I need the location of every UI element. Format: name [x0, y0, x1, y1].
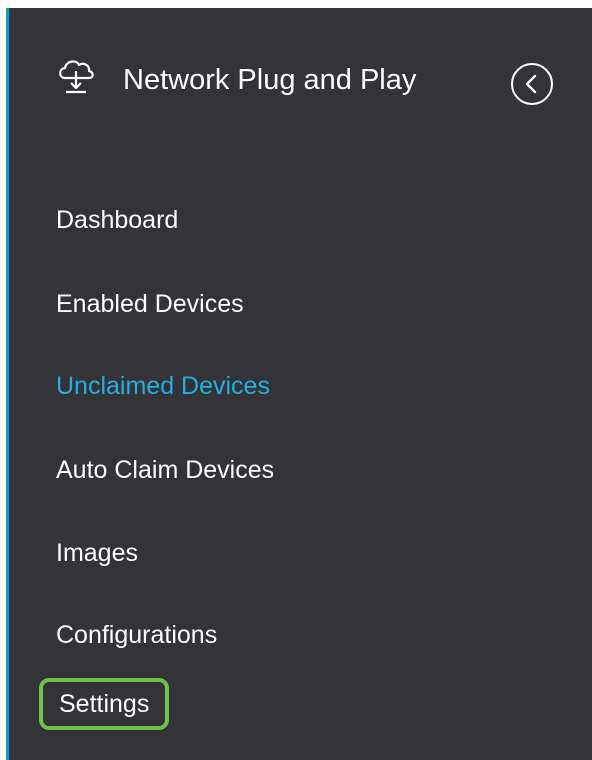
sidebar-item-images[interactable]: Images: [56, 538, 138, 568]
collapse-sidebar-button[interactable]: [509, 61, 555, 107]
chevron-left-circle-icon: [511, 63, 553, 105]
cloud-download-icon: [54, 54, 98, 98]
sidebar-item-settings[interactable]: Settings: [39, 678, 170, 730]
sidebar: Network Plug and Play Dashboard Enabled …: [6, 8, 592, 760]
sidebar-header: Network Plug and Play: [6, 8, 592, 158]
sidebar-item-configurations[interactable]: Configurations: [56, 620, 217, 650]
sidebar-item-auto-claim-devices[interactable]: Auto Claim Devices: [56, 455, 274, 485]
app-title: Network Plug and Play: [123, 64, 417, 96]
sidebar-item-dashboard[interactable]: Dashboard: [56, 205, 178, 235]
sidebar-item-unclaimed-devices[interactable]: Unclaimed Devices: [56, 371, 270, 401]
sidebar-item-enabled-devices[interactable]: Enabled Devices: [56, 289, 244, 319]
